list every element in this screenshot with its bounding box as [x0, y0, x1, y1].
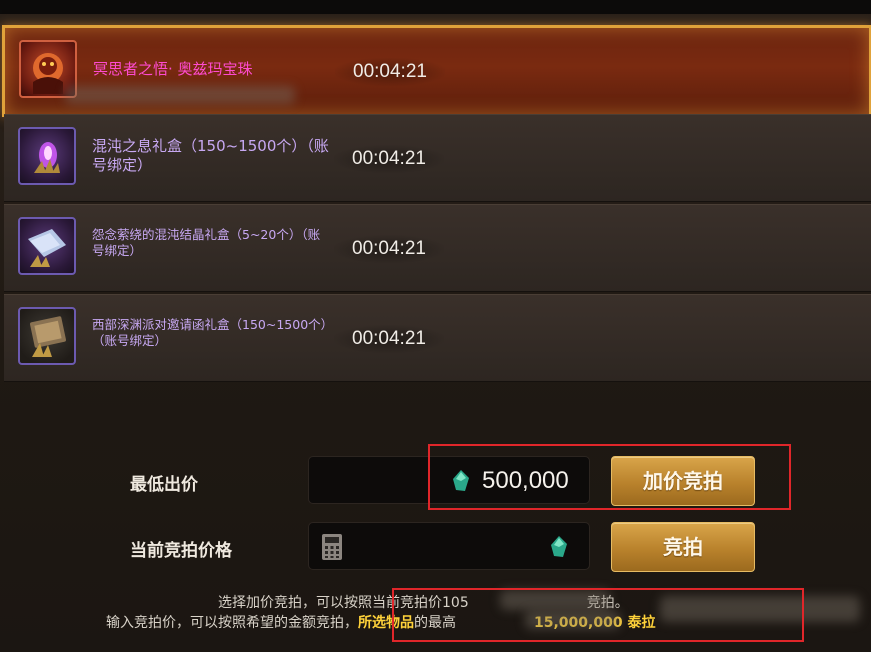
- top-strip: [0, 0, 871, 14]
- auction-row-4[interactable]: 西部深渊派对邀请函礼盒（150~1500个）（账号绑定） 00:04:21: [4, 294, 871, 382]
- invitation-box-icon: [18, 307, 76, 365]
- blurred-region: [65, 86, 295, 104]
- auction-row-2[interactable]: 混沌之息礼盒（150~1500个）（账号绑定） 00:04:21: [4, 114, 871, 202]
- item-name: 西部深渊派对邀请函礼盒（150~1500个）（账号绑定）: [92, 317, 327, 348]
- crystal-box-icon: [18, 217, 76, 275]
- annotation-box: [392, 588, 804, 642]
- item-name: 冥思者之悟· 奥兹玛宝珠: [93, 60, 253, 78]
- current-price-label: 当前竞拍价格: [130, 541, 232, 561]
- annotation-box: [428, 444, 791, 510]
- purple-crystal-icon: [18, 127, 76, 185]
- item-name: 混沌之息礼盒（150~1500个）（账号绑定）: [92, 137, 329, 174]
- green-gem-icon: [551, 536, 567, 557]
- countdown-timer: 00:04:21: [334, 145, 444, 173]
- countdown-timer: 00:04:21: [335, 58, 445, 86]
- item-name: 怨念萦绕的混沌结晶礼盒（5~20个）（账号绑定）: [92, 227, 321, 258]
- bid-button[interactable]: 竞拍: [611, 522, 755, 572]
- calculator-icon[interactable]: [321, 533, 343, 561]
- countdown-timer: 00:04:21: [334, 235, 444, 263]
- current-price-input[interactable]: [308, 522, 590, 570]
- min-bid-label: 最低出价: [130, 475, 198, 495]
- auction-row-3[interactable]: 怨念萦绕的混沌结晶礼盒（5~20个）（账号绑定） 00:04:21: [4, 204, 871, 292]
- countdown-timer: 00:04:21: [334, 325, 444, 353]
- auction-row-1[interactable]: 冥思者之悟· 奥兹玛宝珠 00:04:21: [2, 25, 871, 117]
